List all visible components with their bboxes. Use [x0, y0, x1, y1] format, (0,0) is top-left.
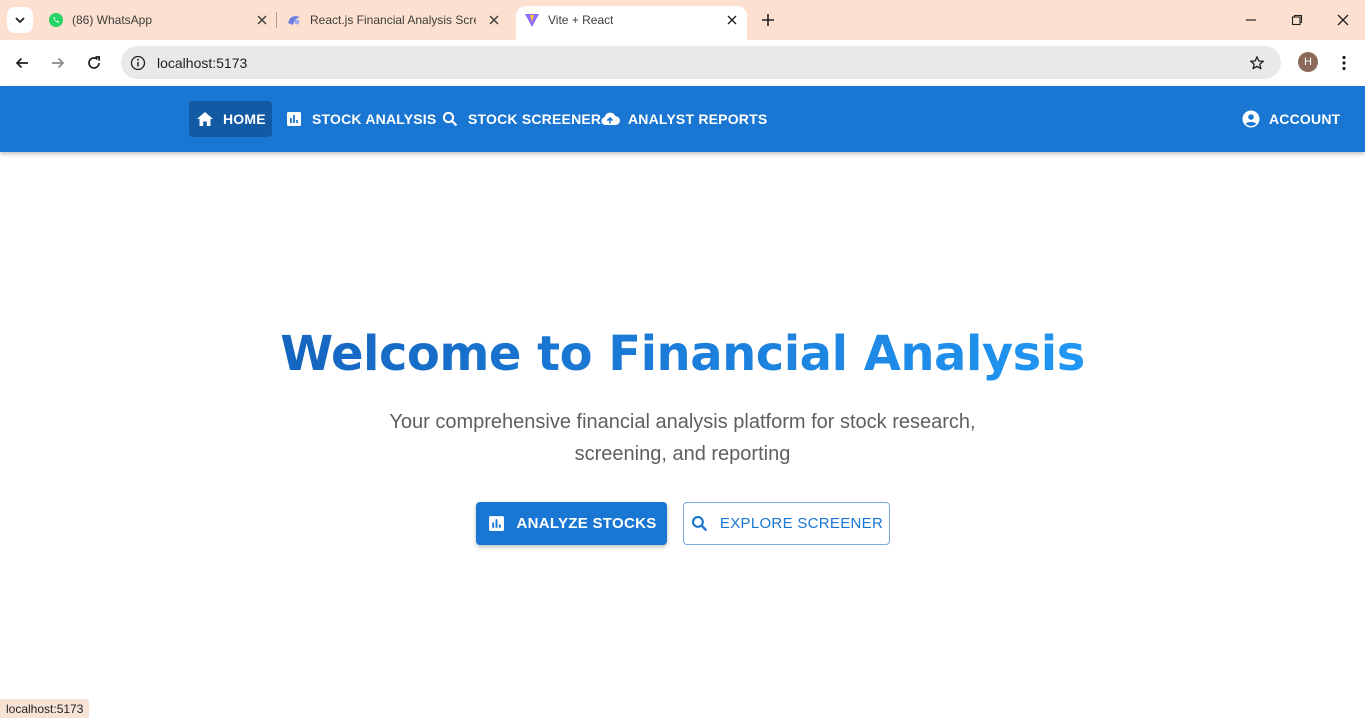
tab-title: React.js Financial Analysis Scree — [310, 13, 476, 27]
page-title: Welcome to Financial Analysis — [0, 326, 1365, 382]
cloud-upload-icon — [600, 109, 620, 129]
arrow-left-icon — [15, 57, 28, 69]
reload-icon — [88, 56, 101, 69]
account-circle-icon — [1241, 109, 1261, 129]
browser-tab-whatsapp[interactable]: (86) WhatsApp — [48, 6, 270, 34]
nav-label: STOCK SCREENER — [468, 111, 602, 127]
nav-label: ACCOUNT — [1269, 111, 1341, 127]
tab-search-button[interactable] — [7, 7, 33, 33]
close-icon[interactable] — [486, 12, 502, 28]
profile-avatar[interactable]: H — [1298, 52, 1318, 72]
browser-tab-strip: (86) WhatsApp React.js Financial Analysi… — [0, 0, 1365, 40]
browser-toolbar: localhost:5173 H — [0, 40, 1365, 86]
search-icon — [690, 514, 710, 534]
page-title-text: Welcome to Financial Analysis — [280, 326, 1085, 382]
bookmark-star-icon[interactable] — [1247, 53, 1267, 73]
window-close-button[interactable] — [1333, 10, 1353, 30]
minimize-icon — [1246, 19, 1256, 21]
vite-icon — [524, 12, 540, 28]
close-icon[interactable] — [254, 12, 270, 28]
close-icon[interactable] — [724, 12, 740, 28]
nav-stock-analysis[interactable]: STOCK ANALYSIS — [278, 101, 442, 137]
app-icon — [286, 12, 302, 28]
browser-menu-button[interactable] — [1334, 53, 1354, 73]
restore-icon — [1291, 14, 1303, 26]
analyze-stocks-button[interactable]: ANALYZE STOCKS — [476, 502, 667, 545]
arrow-right-icon — [52, 57, 65, 69]
browser-tab-vite-react[interactable]: Vite + React — [524, 6, 740, 34]
nav-label: HOME — [223, 111, 266, 127]
restore-button[interactable] — [1287, 10, 1307, 30]
search-icon — [440, 109, 460, 129]
close-icon — [1337, 14, 1349, 26]
nav-home[interactable]: HOME — [189, 101, 272, 137]
app-navbar: HOME STOCK ANALYSIS STOCK SCREENER ANALY… — [0, 86, 1365, 152]
tab-title: (86) WhatsApp — [72, 13, 153, 27]
chevron-down-icon — [15, 17, 25, 24]
address-bar[interactable]: localhost:5173 — [121, 46, 1281, 79]
bar-chart-icon — [284, 109, 304, 129]
nav-label: ANALYST REPORTS — [628, 111, 768, 127]
home-icon — [195, 109, 215, 129]
plus-icon — [762, 14, 774, 26]
nav-analyst-reports[interactable]: ANALYST REPORTS — [594, 101, 773, 137]
new-tab-button[interactable] — [758, 10, 778, 30]
page-subtitle: Your comprehensive financial analysis pl… — [389, 411, 976, 465]
minimize-button[interactable] — [1241, 10, 1261, 30]
whatsapp-icon — [48, 12, 64, 28]
nav-label: STOCK ANALYSIS — [312, 111, 437, 127]
explore-screener-button[interactable]: EXPLORE SCREENER — [683, 502, 890, 545]
site-info-icon[interactable] — [129, 54, 147, 72]
tab-title: Vite + React — [548, 13, 614, 27]
more-vertical-icon — [1342, 55, 1346, 71]
nav-stock-screener[interactable]: STOCK SCREENER — [434, 101, 607, 137]
browser-tab-react-financial[interactable]: React.js Financial Analysis Scree — [286, 6, 502, 34]
url-text: localhost:5173 — [157, 55, 248, 71]
tab-divider — [276, 12, 277, 28]
back-button[interactable] — [12, 53, 32, 73]
button-label: ANALYZE STOCKS — [516, 515, 657, 532]
nav-account[interactable]: ACCOUNT — [1235, 101, 1346, 137]
bar-chart-icon — [486, 514, 506, 534]
button-label: EXPLORE SCREENER — [719, 515, 884, 532]
reload-button[interactable] — [84, 53, 104, 73]
status-bubble: localhost:5173 — [0, 699, 90, 718]
forward-button[interactable] — [48, 53, 68, 73]
